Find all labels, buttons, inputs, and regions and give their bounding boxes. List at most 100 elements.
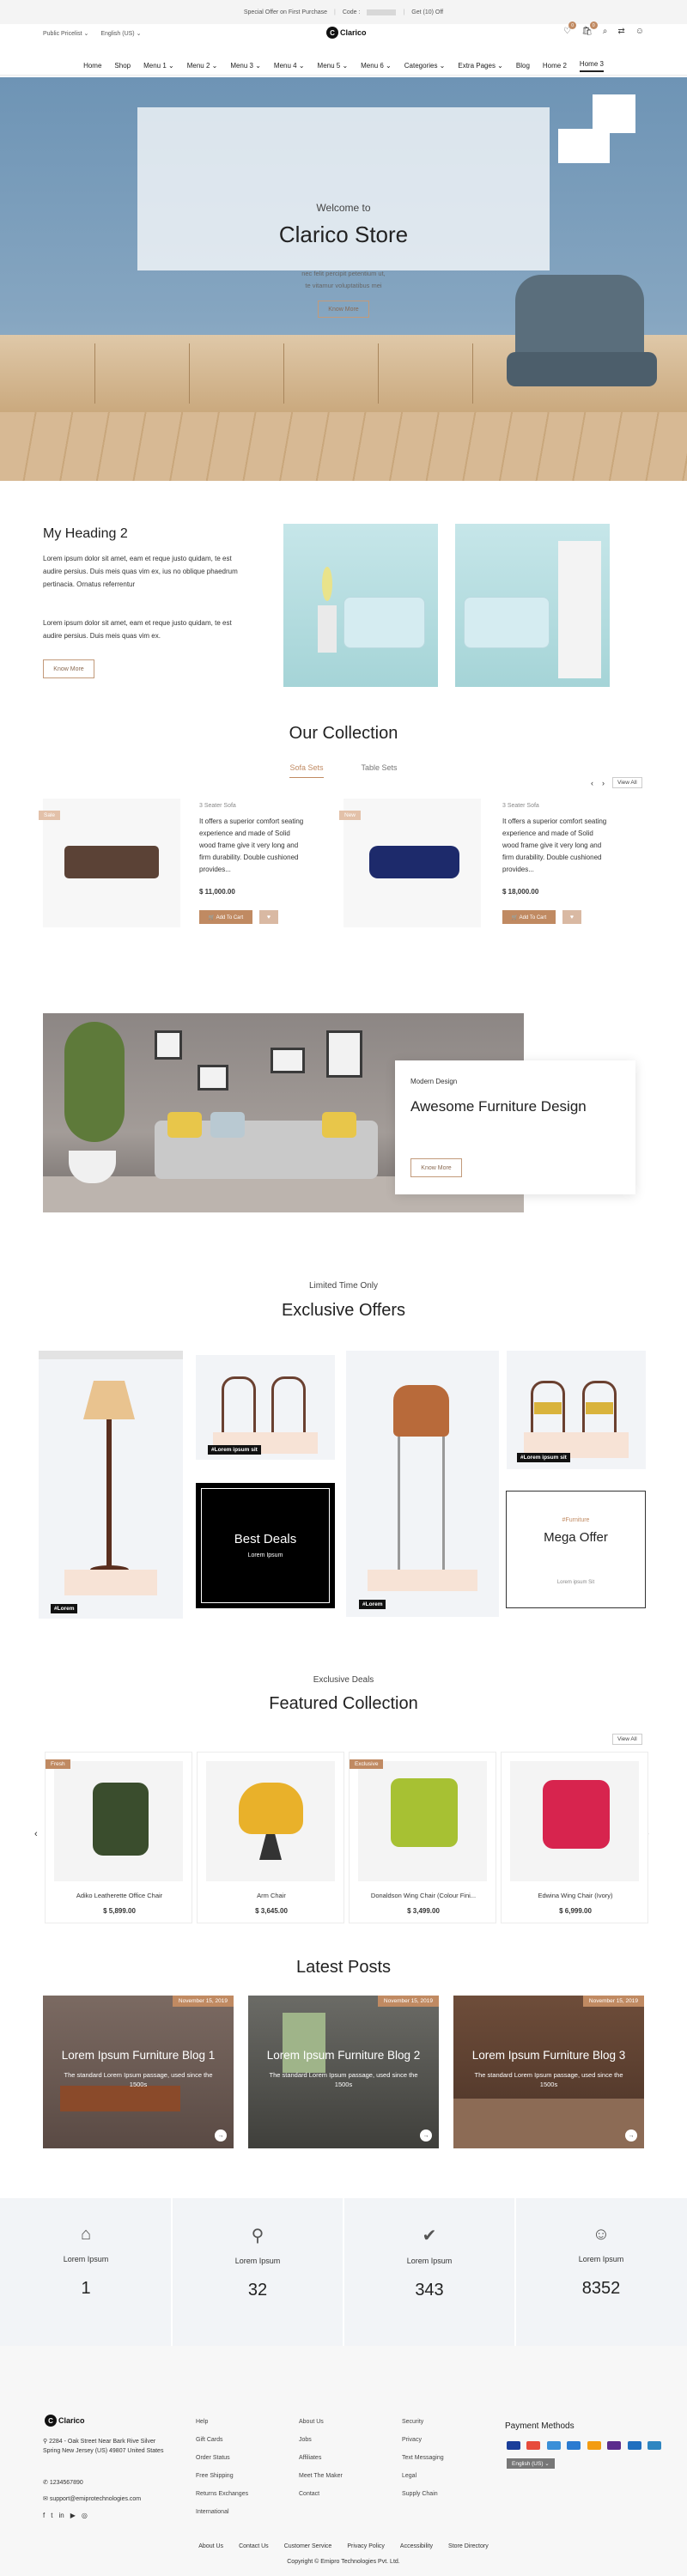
tab-sofa-sets[interactable]: Sofa Sets <box>289 763 324 778</box>
user-icon[interactable]: ☺ <box>635 27 644 36</box>
blog-card[interactable]: November 15, 2019 Lorem Ipsum Furniture … <box>453 1996 644 2148</box>
copyright: Copyright © Emipro Technologies Pvt. Ltd… <box>287 2559 400 2565</box>
footer-link[interactable]: Help <box>196 2419 248 2425</box>
language-select[interactable]: English (US) ⌄ <box>100 30 141 37</box>
nav-item[interactable]: Menu 1 ⌄ <box>143 62 174 70</box>
stat-block: ☺ Lorem Ipsum 8352 <box>520 2202 683 2342</box>
mega-offer-card[interactable]: #Furniture Mega Offer Lorem ipsum Sit <box>506 1491 646 1608</box>
hero-know-more-button[interactable]: Know More <box>318 301 369 318</box>
footer-link[interactable]: International <box>196 2509 248 2515</box>
featured-product-card[interactable]: Arm Chair $ 3,645.00 <box>197 1752 344 1923</box>
cart-icon[interactable]: 🛍 0 <box>581 21 598 36</box>
offer-tile-chairs[interactable] <box>196 1355 335 1460</box>
footer-link[interactable]: About Us <box>198 2543 223 2549</box>
logo[interactable]: C Clarico <box>326 27 367 39</box>
featured-product-card[interactable]: Fresh Adiko Leatherette Office Chair $ 5… <box>45 1752 192 1923</box>
bookshelf <box>558 541 601 678</box>
nav-item[interactable]: Extra Pages ⌄ <box>458 62 503 70</box>
view-all-button[interactable]: View All <box>612 777 642 788</box>
nav-item[interactable]: Menu 6 ⌄ <box>361 62 392 70</box>
footer-link[interactable]: Gift Cards <box>196 2437 248 2443</box>
stat-label: Lorem Ipsum <box>578 2255 624 2263</box>
footer-phone[interactable]: ✆ 1234567890 <box>43 2479 83 2486</box>
card-title: Awesome Furniture Design <box>410 1098 587 1115</box>
footer-link[interactable]: Contact <box>299 2491 343 2497</box>
nav-item[interactable]: Blog <box>516 62 530 70</box>
add-to-cart-button[interactable]: 🛒 Add To Cart <box>502 910 556 924</box>
wishlist-icon[interactable]: ♡ 0 <box>563 21 577 36</box>
payment-title: Payment Methods <box>505 2421 575 2431</box>
twitter-icon[interactable]: t <box>51 2512 52 2519</box>
footer-link[interactable]: Meet The Maker <box>299 2473 343 2479</box>
prev-arrow-icon[interactable]: ‹ <box>34 1829 38 1839</box>
product-image[interactable] <box>344 799 481 927</box>
footer-link[interactable]: About Us <box>299 2419 343 2425</box>
facebook-icon[interactable]: f <box>43 2512 45 2519</box>
nav-item[interactable]: Menu 3 ⌄ <box>230 62 261 70</box>
footer-logo[interactable]: C Clarico <box>45 2415 85 2427</box>
read-more-arrow-icon[interactable]: → <box>215 2129 227 2142</box>
footer-link[interactable]: Security <box>402 2419 444 2425</box>
footer-link[interactable]: Contact Us <box>239 2543 269 2549</box>
blog-card[interactable]: November 15, 2019 Lorem Ipsum Furniture … <box>43 1996 234 2148</box>
product-image <box>206 1761 335 1881</box>
read-more-arrow-icon[interactable]: → <box>625 2129 637 2142</box>
nav-item[interactable]: Menu 4 ⌄ <box>274 62 305 70</box>
discover-icon <box>587 2441 601 2450</box>
footer-link[interactable]: Privacy <box>402 2437 444 2443</box>
footer-link[interactable]: Text Messaging <box>402 2455 444 2461</box>
product-image[interactable] <box>43 799 180 927</box>
instagram-icon[interactable]: ◎ <box>82 2512 88 2519</box>
next-arrow-icon[interactable]: › <box>602 779 605 787</box>
view-all-button[interactable]: View All <box>612 1734 642 1745</box>
nav-item[interactable]: Menu 5 ⌄ <box>318 62 349 70</box>
code-redacted <box>367 9 397 15</box>
know-more-button[interactable]: Know More <box>43 659 94 678</box>
offer-tile-yellow-chairs[interactable] <box>507 1351 646 1469</box>
best-deals-title: Best Deals <box>234 1532 297 1546</box>
blog-card[interactable]: November 15, 2019 Lorem Ipsum Furniture … <box>248 1996 439 2148</box>
blog-image-floor <box>453 2099 644 2148</box>
wall-shelf <box>593 94 635 133</box>
nav-item[interactable]: Categories ⌄ <box>404 62 446 70</box>
footer-link[interactable]: Accessibility <box>400 2543 433 2549</box>
featured-product-card[interactable]: Edwina Wing Chair (Ivory) $ 6,999.00 <box>501 1752 648 1923</box>
stool-leg <box>442 1437 445 1583</box>
pricelist-select[interactable]: Public Pricelist ⌄ <box>43 30 88 37</box>
footer-language-select[interactable]: English (US) ⌄ <box>507 2458 555 2469</box>
footer-link[interactable]: Order Status <box>196 2455 248 2461</box>
linkedin-icon[interactable]: in <box>58 2512 64 2519</box>
blog-excerpt: The standard Lorem Ipsum passage, used s… <box>269 2071 418 2088</box>
footer-email[interactable]: ✉ support@emiprotechnologies.com <box>43 2495 141 2502</box>
footer-link[interactable]: Jobs <box>299 2437 343 2443</box>
wishlist-heart-icon[interactable]: ♥ <box>259 910 278 924</box>
footer-link[interactable]: Privacy Policy <box>347 2543 385 2549</box>
wishlist-heart-icon[interactable]: ♥ <box>562 910 581 924</box>
nav-item[interactable]: Home <box>83 62 101 70</box>
read-more-arrow-icon[interactable]: → <box>420 2129 432 2142</box>
nav-item-active[interactable]: Home 3 <box>579 60 604 72</box>
compare-icon[interactable]: ⇄ <box>617 27 624 36</box>
footer-link[interactable]: Store Directory <box>448 2543 489 2549</box>
offer-tile-lamp[interactable] <box>39 1351 183 1619</box>
section-heading: My Heading 2 <box>43 526 128 541</box>
add-to-cart-button[interactable]: 🛒 Add To Cart <box>199 910 252 924</box>
footer-link[interactable]: Affiliates <box>299 2455 343 2461</box>
footer-link[interactable]: Legal <box>402 2473 444 2479</box>
tile-top-strip <box>39 1351 183 1359</box>
search-icon[interactable]: ⌕ <box>603 27 608 36</box>
nav-item[interactable]: Home 2 <box>543 62 567 70</box>
offer-tile-barstool[interactable] <box>346 1351 499 1617</box>
footer-link[interactable]: Customer Service <box>284 2543 332 2549</box>
nav-item[interactable]: Shop <box>114 62 131 70</box>
footer-link[interactable]: Free Shipping <box>196 2473 248 2479</box>
know-more-button[interactable]: Know More <box>410 1158 462 1177</box>
featured-product-card[interactable]: Exclusive Donaldson Wing Chair (Colour F… <box>349 1752 496 1923</box>
footer-link[interactable]: Returns Exchanges <box>196 2491 248 2497</box>
footer-link[interactable]: Supply Chain <box>402 2491 444 2497</box>
youtube-icon[interactable]: ▶ <box>70 2512 76 2519</box>
tab-table-sets[interactable]: Table Sets <box>362 763 398 778</box>
best-deals-card[interactable]: Best Deals Lorem Ipsum <box>196 1483 335 1608</box>
nav-item[interactable]: Menu 2 ⌄ <box>187 62 218 70</box>
prev-arrow-icon[interactable]: ‹ <box>591 779 593 787</box>
